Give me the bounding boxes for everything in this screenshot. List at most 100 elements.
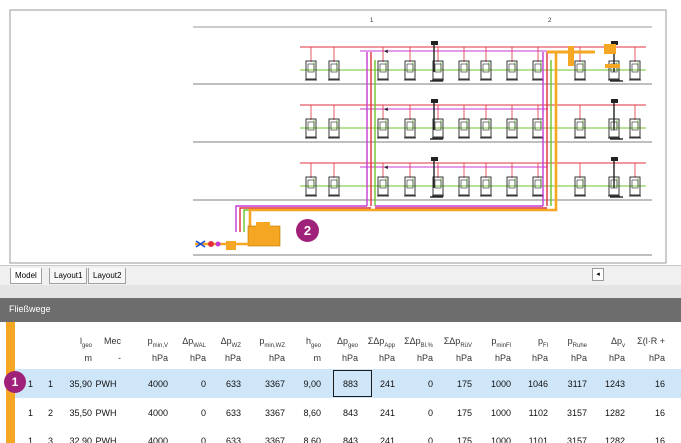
table-cell[interactable]: 1000 [471, 379, 511, 389]
column-header-name: ΣΔp [443, 336, 461, 346]
table-cell[interactable]: 1102 [508, 408, 548, 418]
table-cell[interactable]: 843 [318, 408, 358, 418]
row-group-index: 1 [27, 436, 33, 443]
column-unit: hPa [455, 353, 472, 363]
shower-head [431, 157, 438, 161]
column-header[interactable]: ΣΔpApp [355, 336, 395, 349]
table-cell[interactable]: 16 [625, 436, 665, 443]
table-cell[interactable]: 0 [166, 436, 206, 443]
table-cell[interactable]: 1282 [585, 408, 625, 418]
column-header[interactable]: ΔpWZ [201, 336, 241, 349]
column-unit: hPa [151, 353, 168, 363]
table-cell[interactable]: 3117 [547, 379, 587, 389]
highlighted-outlet [604, 44, 616, 54]
sheet-border [9, 9, 667, 264]
table-cell[interactable]: 1101 [508, 436, 548, 443]
table-cell[interactable]: 16 [625, 408, 665, 418]
cad-drawing-area[interactable]: 1 2 ◄ ◄ ◄ 2 [0, 0, 681, 265]
water-heater [247, 225, 281, 247]
active-cell-outline [333, 370, 372, 397]
table-cell[interactable]: 843 [318, 436, 358, 443]
table-cell[interactable]: 175 [432, 436, 472, 443]
tab-layout1[interactable]: Layout1 [49, 268, 88, 284]
table-cell[interactable]: 3157 [547, 408, 587, 418]
column-header[interactable]: ΣΔpBl.% [393, 336, 433, 349]
table-cell[interactable]: PWH [91, 436, 121, 443]
table-cell[interactable]: 633 [201, 408, 241, 418]
table-cell[interactable]: 3367 [245, 436, 285, 443]
table-cell[interactable]: 633 [201, 379, 241, 389]
table-cell[interactable]: 0 [393, 379, 433, 389]
panel-divider[interactable] [0, 285, 681, 298]
table-cell[interactable]: PWH [91, 379, 121, 389]
table-cell[interactable]: 1243 [585, 379, 625, 389]
column-header[interactable]: ΔpWAL [166, 336, 206, 349]
table-cell[interactable]: 1000 [471, 436, 511, 443]
table-cell[interactable]: 3367 [245, 408, 285, 418]
table-cell[interactable]: 32,90 [52, 436, 92, 443]
column-header[interactable]: pmin,WZ [245, 336, 285, 349]
table-cell[interactable]: 1000 [471, 408, 511, 418]
column-header-name: Δp [610, 336, 622, 346]
table-cell[interactable]: 0 [166, 408, 206, 418]
table-cell[interactable]: 175 [432, 379, 472, 389]
table-cell[interactable]: 4000 [128, 408, 168, 418]
flow-arrow: ◄ [383, 165, 389, 171]
table-cell[interactable]: 1282 [585, 436, 625, 443]
table-cell[interactable]: 175 [432, 408, 472, 418]
column-header[interactable]: pRuhe [547, 336, 587, 349]
table-cell[interactable]: 8,60 [281, 436, 321, 443]
column-header[interactable]: hgeo [281, 336, 321, 349]
column-header[interactable]: Δpgeo [318, 336, 358, 349]
column-unit: hPa [268, 353, 285, 363]
piping-schematic: 1 2 ◄◄◄ [9, 9, 667, 264]
column-header-name: Σ(l·R + [637, 336, 665, 346]
table-cell[interactable]: 8,60 [281, 408, 321, 418]
column-unit: hPa [416, 353, 433, 363]
table-cell[interactable]: 241 [355, 408, 395, 418]
table-cell[interactable]: 0 [393, 436, 433, 443]
table-cell[interactable]: 4000 [128, 436, 168, 443]
column-header[interactable]: pFl [508, 336, 548, 349]
column-header[interactable]: ΣΔpRüV [432, 336, 472, 349]
column-header-name: Δp [220, 336, 232, 346]
table-cell[interactable]: 3367 [245, 379, 285, 389]
table-cell[interactable]: 0 [166, 379, 206, 389]
column-header[interactable]: Mec [81, 336, 121, 346]
table-cell[interactable]: 35,90 [52, 379, 92, 389]
table-cell[interactable]: PWH [91, 408, 121, 418]
table-cell[interactable]: 9,00 [281, 379, 321, 389]
column-unit: hPa [608, 353, 625, 363]
inlet-filter [215, 241, 221, 247]
tab-layout2[interactable]: Layout2 [88, 268, 127, 284]
shower-head [611, 99, 618, 103]
table-cell[interactable]: 241 [355, 436, 395, 443]
column-header[interactable]: pmin,V [128, 336, 168, 349]
table-cell[interactable]: 35,50 [52, 408, 92, 418]
table-cell[interactable]: 1046 [508, 379, 548, 389]
column-header-name: Mec [103, 336, 121, 346]
column-unit: - [118, 353, 121, 363]
column-header-name: ΣΔp [404, 336, 421, 346]
column-unit: hPa [648, 353, 665, 363]
column-unit: hPa [494, 353, 511, 363]
column-header[interactable]: Δpv [585, 336, 625, 349]
table-cell[interactable]: 633 [201, 436, 241, 443]
layout-tab-bar: Model Layout1 Layout2 [0, 265, 681, 286]
column-header[interactable]: Σ(l·R + [625, 336, 665, 346]
inlet-meter [208, 241, 214, 247]
table-cell[interactable]: 4000 [128, 379, 168, 389]
column-header[interactable]: pminFl [471, 336, 511, 349]
shower-head [611, 157, 618, 161]
flow-arrow: ◄ [383, 107, 389, 113]
highlighted-fixture-pipe [568, 46, 574, 66]
heater-pump [226, 241, 236, 250]
flow-paths-table: lgeo m Mec - pmin,V hPa ΔpWAL hPa ΔpWZ hPa pmin,WZ… [15, 322, 681, 443]
tab-model[interactable]: Model [10, 268, 42, 284]
table-cell[interactable]: 16 [625, 379, 665, 389]
flow-paths-panel-header: Fließwege [0, 298, 681, 322]
table-cell[interactable]: 0 [393, 408, 433, 418]
table-cell[interactable]: 3157 [547, 436, 587, 443]
scroll-left-arrow[interactable]: ◂ [592, 268, 604, 281]
column-header-name: Δp [336, 336, 348, 346]
